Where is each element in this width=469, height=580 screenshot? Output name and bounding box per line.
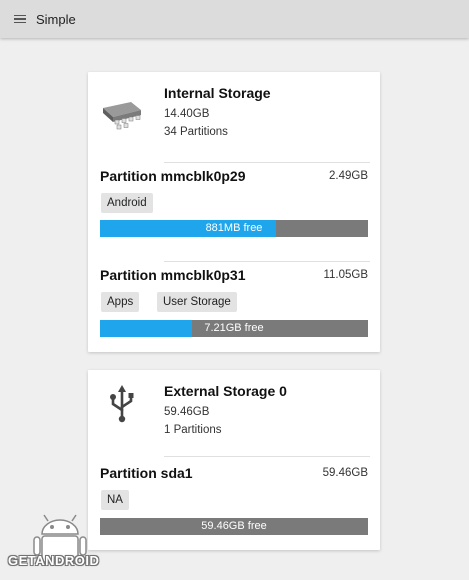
partition-usage-bar: 881MB free xyxy=(100,220,368,237)
hamburger-menu-icon[interactable] xyxy=(0,0,40,38)
device-partition-count: 1 Partitions xyxy=(164,424,222,436)
partition-free-label: 7.21GB free xyxy=(204,322,264,334)
partition-tag-chip[interactable]: Apps xyxy=(101,292,140,312)
external-storage-card[interactable]: External Storage 0 59.46GB 1 Partitions … xyxy=(88,370,380,550)
app-bar: Simple xyxy=(0,0,469,38)
partition-free-label: 881MB free xyxy=(205,222,263,234)
partition-tag-chip[interactable]: User Storage xyxy=(157,292,237,312)
partition-name: Partition mmcblk0p29 xyxy=(100,168,246,184)
partition-size: 59.46GB xyxy=(322,467,368,479)
device-partition-count: 34 Partitions xyxy=(164,126,228,138)
divider xyxy=(164,162,370,163)
partition-size: 2.49GB xyxy=(329,170,368,182)
partition-tag-chip[interactable]: NA xyxy=(101,490,129,510)
watermark-logo-text: GETANDROID xyxy=(8,553,100,568)
memory-chip-icon xyxy=(103,102,141,130)
partition-name: Partition mmcblk0p31 xyxy=(100,267,246,283)
partition-usage-bar: 7.21GB free xyxy=(100,320,368,337)
divider xyxy=(164,456,370,457)
partition-name: Partition sda1 xyxy=(100,465,193,481)
device-size: 14.40GB xyxy=(164,108,210,120)
device-name: Internal Storage xyxy=(164,85,271,101)
internal-storage-card[interactable]: Internal Storage 14.40GB 34 Partitions P… xyxy=(88,72,380,352)
app-title: Simple xyxy=(36,11,76,27)
partition-tag-chip[interactable]: Android xyxy=(101,193,153,213)
device-size: 59.46GB xyxy=(164,406,210,418)
usb-icon xyxy=(110,385,134,423)
device-name: External Storage 0 xyxy=(164,383,287,399)
partition-free-label: 59.46GB free xyxy=(201,520,267,532)
partition-usage-bar: 59.46GB free xyxy=(100,518,368,535)
partition-size: 11.05GB xyxy=(323,269,368,281)
divider xyxy=(164,261,370,262)
